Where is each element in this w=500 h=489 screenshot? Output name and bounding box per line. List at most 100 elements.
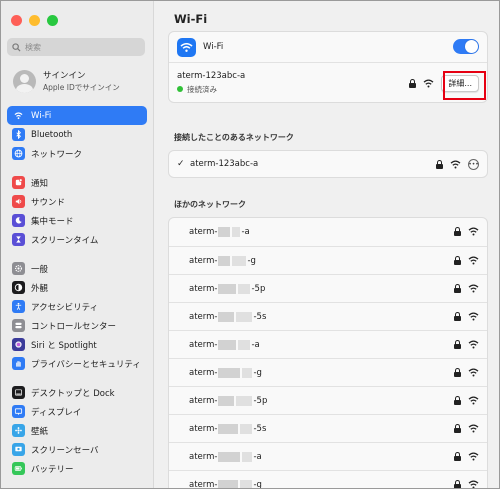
network-suffix: g <box>256 479 262 489</box>
network-prefix: aterm- <box>189 255 218 266</box>
network-suffix: 5p <box>254 283 266 294</box>
redacted-mask <box>218 255 231 266</box>
sidebar-item-label: 通知 <box>31 178 49 189</box>
wifi-signal-icon <box>468 368 479 377</box>
redacted-mask <box>242 367 253 378</box>
sidebar-item-label: プライバシーとセキュリティ <box>31 359 141 370</box>
wifi-signal-icon <box>468 480 479 488</box>
wifi-signal-icon <box>468 256 479 265</box>
sidebar-item-label: スクリーンタイム <box>31 235 99 246</box>
sidebar-item-wallpaper[interactable]: 壁紙 <box>7 421 147 440</box>
sidebar-item-label: 壁紙 <box>31 426 49 437</box>
lock-icon <box>436 160 443 169</box>
wallpaper-icon <box>12 424 25 437</box>
other-network-row[interactable]: aterm- - g <box>169 358 487 386</box>
redacted-mask <box>232 227 241 237</box>
other-network-row[interactable]: aterm- -5p <box>169 386 487 414</box>
redacted-mask <box>218 479 239 488</box>
redacted-mask <box>236 395 253 406</box>
network-name: aterm- -5s <box>189 423 267 434</box>
other-network-row[interactable]: aterm- -5p <box>169 274 487 302</box>
other-network-row[interactable]: aterm- - g <box>169 470 487 489</box>
zoom-window-button[interactable] <box>47 15 58 26</box>
network-name: aterm- -5p <box>189 283 266 294</box>
sidebar-item-hourglass[interactable]: スクリーンタイム <box>7 230 147 249</box>
other-network-row[interactable]: aterm- - g <box>169 246 487 274</box>
account-name: サインイン <box>43 71 86 81</box>
checkmark-icon: ✓ <box>177 159 185 169</box>
other-network-row[interactable]: aterm- - a <box>169 218 487 246</box>
redacted-mask <box>218 423 239 434</box>
other-network-row[interactable]: aterm- - a <box>169 442 487 470</box>
sidebar-item-accessibility[interactable]: アクセシビリティ <box>7 297 147 316</box>
lock-icon <box>454 340 461 349</box>
wifi-label: Wi-Fi <box>203 42 224 52</box>
network-prefix: aterm- <box>189 311 218 322</box>
network-prefix: aterm- <box>189 451 218 462</box>
wifi-signal-icon <box>468 312 479 321</box>
sidebar-item-screensaver[interactable]: スクリーンセーバ <box>7 440 147 459</box>
minimize-window-button[interactable] <box>29 15 40 26</box>
sidebar-item-label: サウンド <box>31 197 66 208</box>
redacted-mask <box>236 311 253 322</box>
sidebar-item-gear[interactable]: 一般 <box>7 259 147 278</box>
network-prefix: aterm- <box>189 395 218 406</box>
wifi-toggle[interactable] <box>453 39 479 54</box>
sidebar-item-label: 集中モード <box>31 216 74 227</box>
sidebar-item-speaker[interactable]: サウンド <box>7 192 147 211</box>
sidebar-item-wifi[interactable]: Wi-Fi <box>7 106 147 125</box>
network-name: aterm- - g <box>189 367 262 378</box>
other-network-row[interactable]: aterm- - a <box>169 330 487 358</box>
display-icon <box>12 405 25 418</box>
lock-icon <box>454 452 461 461</box>
sidebar-item-label: 外観 <box>31 283 49 294</box>
network-prefix: aterm- <box>189 367 218 378</box>
sidebar-item-bluetooth[interactable]: Bluetooth <box>7 125 147 144</box>
network-suffix: a <box>244 227 250 237</box>
avatar <box>13 69 36 93</box>
close-window-button[interactable] <box>11 15 22 26</box>
sidebar-item-hand[interactable]: プライバシーとセキュリティ <box>7 354 147 373</box>
wifi-icon <box>177 37 196 57</box>
redacted-mask <box>218 367 241 378</box>
redacted-mask <box>218 283 237 294</box>
sidebar-item-label: スクリーンセーバ <box>31 445 99 456</box>
lock-icon <box>454 368 461 377</box>
redacted-mask <box>240 479 253 488</box>
account-signin[interactable]: サインイン Apple IDでサインイン <box>13 69 120 93</box>
network-prefix: aterm- <box>189 479 218 489</box>
sidebar-item-dock[interactable]: デスクトップと Dock <box>7 383 147 402</box>
known-network-row[interactable]: ✓ aterm-123abc-a ••• <box>169 151 487 177</box>
other-network-row[interactable]: aterm- -5s <box>169 302 487 330</box>
sidebar-item-moon[interactable]: 集中モード <box>7 211 147 230</box>
network-prefix: aterm- <box>189 283 218 294</box>
other-networks-header: ほかのネットワーク <box>174 200 246 209</box>
sidebar-item-display[interactable]: ディスプレイ <box>7 402 147 421</box>
sidebar-item-label: 一般 <box>31 264 49 275</box>
redacted-mask <box>232 255 247 266</box>
sidebar-item-globe[interactable]: ネットワーク <box>7 144 147 163</box>
known-networks-header: 接続したことのあるネットワーク <box>174 133 294 142</box>
search-icon <box>12 42 21 52</box>
globe-icon <box>12 147 25 160</box>
notification-icon <box>12 176 25 189</box>
wifi-signal-icon <box>468 424 479 433</box>
sidebar-item-siri[interactable]: Siri と Spotlight <box>7 335 147 354</box>
search-placeholder: 検索 <box>25 42 41 52</box>
search-input[interactable]: 検索 <box>7 38 145 56</box>
wifi-signal-icon <box>450 160 461 169</box>
sidebar-item-battery[interactable]: バッテリー <box>7 459 147 478</box>
wifi-signal-icon <box>468 227 479 236</box>
wifi-card: Wi-Fi aterm-123abc-a 接続済み 詳細... <box>168 31 488 103</box>
sidebar-item-label: コントロールセンター <box>31 321 117 332</box>
sidebar-item-notification[interactable]: 通知 <box>7 173 147 192</box>
other-network-row[interactable]: aterm- -5s <box>169 414 487 442</box>
more-options-icon[interactable]: ••• <box>468 159 479 170</box>
network-suffix: a <box>254 339 260 350</box>
account-subtitle: Apple IDでサインイン <box>43 83 120 92</box>
sidebar-item-label: バッテリー <box>31 464 74 475</box>
details-highlight <box>443 71 486 100</box>
sidebar-item-appearance[interactable]: 外観 <box>7 278 147 297</box>
sidebar-item-control-center[interactable]: コントロールセンター <box>7 316 147 335</box>
wifi-signal-icon <box>423 79 434 88</box>
